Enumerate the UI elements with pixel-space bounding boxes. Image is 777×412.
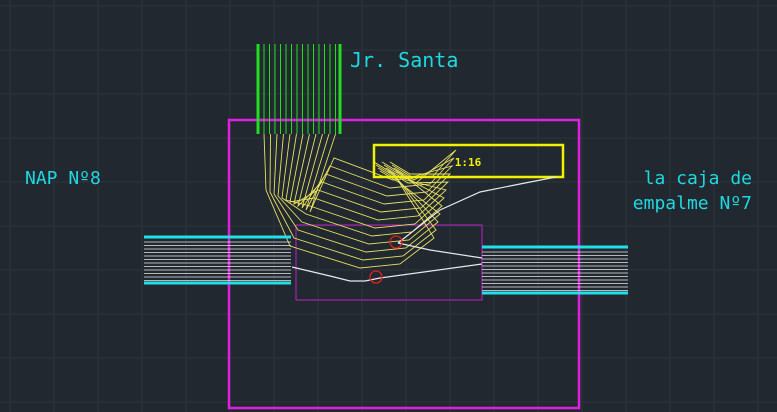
street-label: Jr. Santa [350, 48, 458, 72]
splitter-ratio-label: 1:16 [455, 156, 482, 169]
nap-label: NAP Nº8 [25, 168, 101, 189]
drawing-canvas[interactable]: 1:16 Jr. Santa NAP Nº8 la caja de empalm… [0, 0, 777, 412]
splice-box-label-line1: la caja de [644, 168, 752, 189]
cad-viewport[interactable]: 1:16 Jr. Santa NAP Nº8 la caja de empalm… [0, 0, 777, 412]
splice-box-label-line2: empalme Nº7 [633, 193, 752, 214]
